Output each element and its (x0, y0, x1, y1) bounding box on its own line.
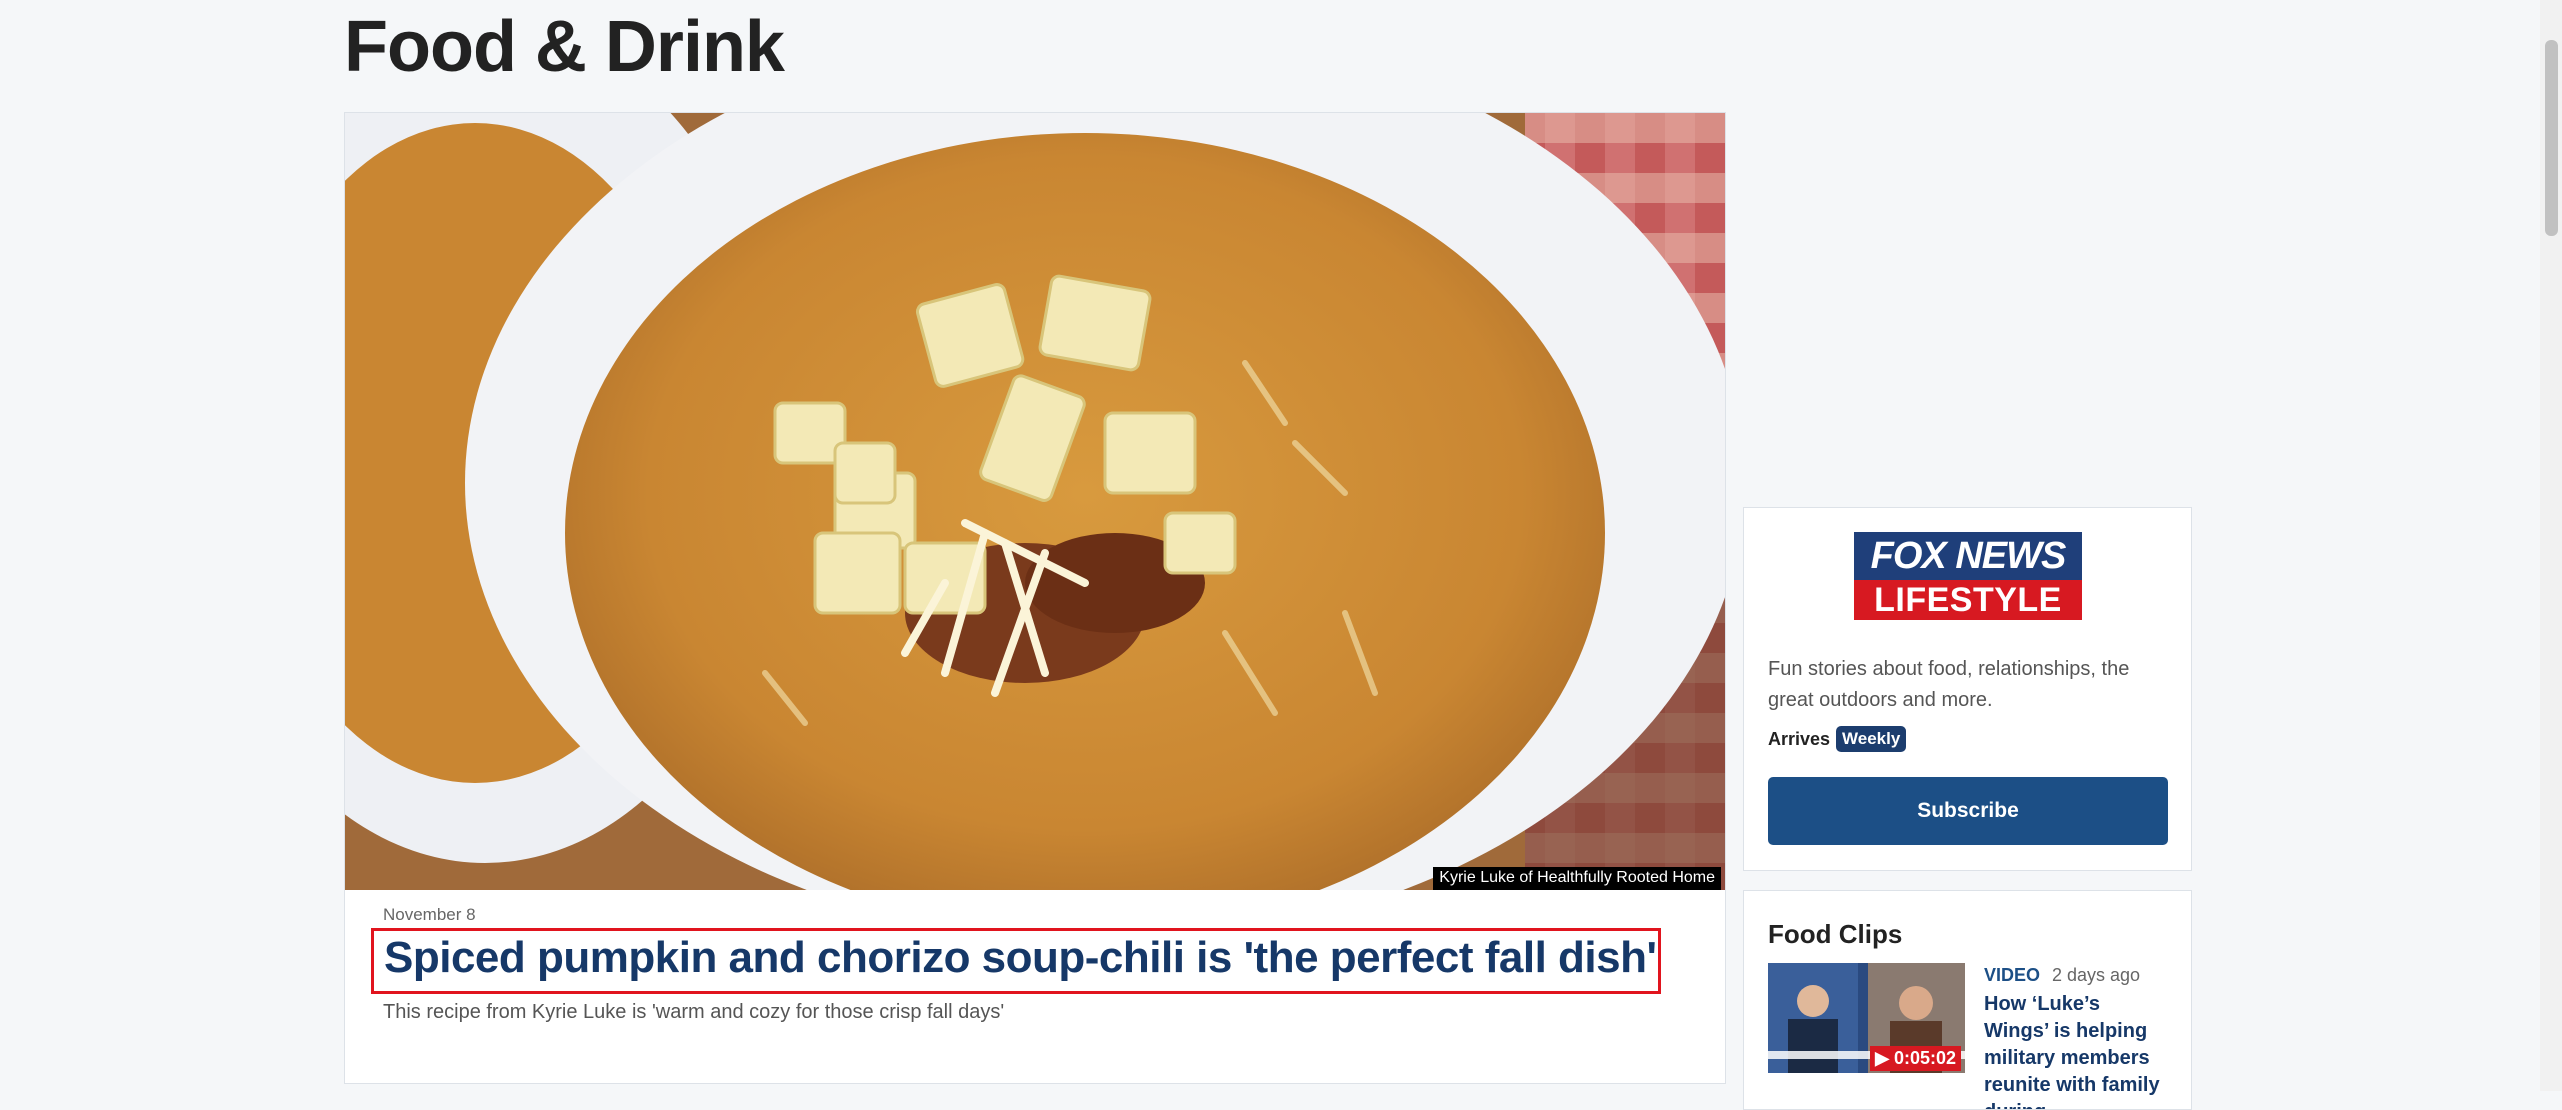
photo-credit: Kyrie Luke of Healthfully Rooted Home (1433, 867, 1721, 890)
clips-title: Food Clips (1768, 919, 1903, 949)
article-date: November 8 (383, 905, 476, 924)
newsletter-card: FOX NEWS LIFESTYLE Fun stories about foo… (1743, 507, 2192, 871)
soup-bowl-illustration (345, 113, 1725, 890)
play-icon: ▶ (1875, 1048, 1894, 1068)
logo-bottom: LIFESTYLE (1854, 580, 2082, 620)
scrollbar-thumb[interactable] (2545, 40, 2558, 236)
page-scrollbar[interactable] (2540, 0, 2562, 1091)
frequency-badge: Weekly (1836, 726, 1907, 752)
clip-duration-text: 0:05:02 (1893, 1048, 1956, 1068)
clip-thumbnail[interactable]: ▶ 0:05:02 (1768, 963, 1965, 1073)
newsletter-description: Fun stories about food, relationships, t… (1768, 658, 2130, 711)
headline-highlight[interactable]: Spiced pumpkin and chorizo soup-chili is… (371, 928, 1661, 994)
clip-duration: ▶ 0:05:02 (1870, 1046, 1961, 1071)
article-dek: This recipe from Kyrie Luke is 'warm and… (383, 1001, 1005, 1023)
hero-article-card[interactable]: Kyrie Luke of Healthfully Rooted Home No… (344, 112, 1726, 1084)
clip-kicker: VIDEO (1984, 965, 2041, 985)
food-clips-card: Food Clips ▶ 0:05:02 VIDEO 2 days ago Ho… (1743, 890, 2192, 1110)
hero-image[interactable]: Kyrie Luke of Healthfully Rooted Home (345, 113, 1725, 890)
article-headline[interactable]: Spiced pumpkin and chorizo soup-chili is… (384, 933, 1657, 983)
subscribe-button[interactable]: Subscribe (1768, 777, 2168, 845)
clip-title[interactable]: How ‘Luke’s Wings’ is helping military m… (1984, 991, 2169, 1109)
clip-timestamp: 2 days ago (2052, 965, 2141, 985)
fox-news-lifestyle-logo: FOX NEWS LIFESTYLE (1854, 532, 2082, 620)
arrives-label: Arrives (1768, 729, 1831, 749)
logo-top: FOX NEWS (1854, 532, 2082, 580)
page-title: Food & Drink (344, 7, 785, 87)
